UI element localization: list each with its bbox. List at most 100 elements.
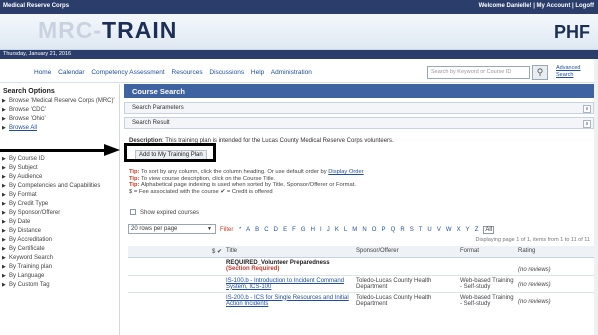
filter-letter[interactable]: Y (466, 227, 470, 233)
nav-home[interactable]: Home (34, 69, 51, 76)
search-input[interactable]: Search by Keyword or Course ID (427, 66, 530, 79)
sidebar-by-distance[interactable]: By Distance (0, 228, 119, 235)
search-options-sidebar: Search Options Browse 'Medical Reserve C… (0, 84, 120, 335)
sidebar-browse-cdc[interactable]: Browse 'CDC' (0, 107, 119, 114)
col-title[interactable]: Title (224, 246, 354, 258)
top-bar: Medical Reserve Corps Welcome Danielle! … (0, 0, 598, 14)
filter-letter[interactable]: P (382, 227, 386, 233)
filter-letter[interactable]: U (427, 227, 431, 233)
filter-letter[interactable]: K (335, 227, 339, 233)
nav-calendar[interactable]: Calendar (58, 69, 84, 76)
filter-letter[interactable]: A (246, 227, 250, 233)
display-order-link[interactable]: Display Order (328, 169, 363, 175)
sidebar-by-certificate[interactable]: By Certificate (0, 246, 119, 253)
table-row: REQUIRED_Volunteer Preparedness (Section … (128, 257, 596, 276)
sidebar-by-accreditation[interactable]: By Accreditation (0, 237, 119, 244)
filter-letter[interactable]: G (301, 227, 306, 233)
col-format[interactable]: Format (458, 246, 516, 258)
section-required: (Section Required) (226, 265, 280, 272)
show-expired-checkbox[interactable]: Show expired courses (130, 209, 199, 216)
filter-letter[interactable]: M (352, 227, 357, 233)
filter-letter[interactable]: X (457, 227, 461, 233)
col-fee-credit[interactable]: $ ✔ (128, 246, 224, 258)
sponsor: Toledo-Lucas County Health Department (354, 275, 458, 293)
search-result-section[interactable]: Search Result ∧ (124, 117, 594, 129)
phf-logo: PHF (554, 22, 590, 42)
course-search-panel: Course Search Search Parameters ∨ Search… (124, 84, 598, 335)
results-table: $ ✔ Title Sponsor/Offerer Format Rating … (128, 246, 596, 309)
format: Web-based Training - Self-study (458, 275, 516, 293)
filter-letter[interactable]: R (400, 227, 404, 233)
tutorial-arrow (0, 149, 108, 152)
tips: Tip: To sort by any column, click the co… (129, 169, 364, 195)
rating: (no reviews) (518, 298, 551, 305)
filter-letter[interactable]: C (264, 227, 268, 233)
filter-letter[interactable]: Q (391, 227, 396, 233)
sidebar-by-training-plan[interactable]: By Training plan (0, 264, 119, 271)
nav-discussions[interactable]: Discussions (209, 69, 244, 76)
format: Web-based Training - Self-study (460, 294, 514, 307)
sidebar-by-audience[interactable]: By Audience (0, 174, 119, 181)
filter-letter[interactable]: S (410, 227, 414, 233)
col-sponsor[interactable]: Sponsor/Offerer (354, 246, 458, 258)
account-links[interactable]: Welcome Danielle! | My Account | Logoff (479, 3, 594, 9)
filter-letter[interactable]: * (239, 227, 241, 233)
page-scrollbar[interactable] (594, 59, 598, 335)
course-title-link[interactable]: IS-200.b - ICS for Single Resources and … (226, 295, 349, 307)
filter-letter[interactable]: W (446, 227, 452, 233)
sidebar-title: Search Options (3, 88, 55, 95)
nav-administration[interactable]: Administration (271, 69, 312, 76)
filter-letter[interactable]: H (311, 227, 315, 233)
sidebar-by-custom-tag[interactable]: By Custom Tag (0, 282, 119, 289)
filter-letter[interactable]: V (437, 227, 441, 233)
filter-letter[interactable]: B (255, 227, 259, 233)
banner: MRC-TRAIN PHF (0, 14, 598, 50)
legend: $ = Fee associated with the course ✔ = C… (129, 188, 273, 195)
rating: (no reviews) (516, 257, 596, 276)
sidebar-browse-ohio[interactable]: Browse 'Ohio' (0, 116, 119, 123)
sidebar-keyword-search[interactable]: Keyword Search (0, 255, 119, 262)
nav-help[interactable]: Help (251, 69, 264, 76)
collapse-icon[interactable]: ∧ (583, 120, 591, 128)
magnifier-icon[interactable]: ⚲ (532, 65, 548, 80)
table-row: IS-100.b - Introduction to Incident Comm… (128, 275, 596, 293)
sidebar-by-sponsor[interactable]: By Sponsor/Offerer (0, 210, 119, 217)
sidebar-by-credit-type[interactable]: By Credit Type (0, 201, 119, 208)
filter-all[interactable]: All (483, 226, 495, 234)
course-title-link[interactable]: IS-100.b - Introduction to Incident Comm… (226, 278, 344, 290)
sidebar-by-subject[interactable]: By Subject (0, 165, 119, 172)
rating: (no reviews) (516, 275, 596, 293)
sidebar-browse-all[interactable]: Browse All (0, 125, 119, 132)
tutorial-highlight-box (124, 143, 216, 162)
col-rating[interactable]: Rating (516, 246, 596, 258)
date-bar: Thursday, January 21, 2016 (0, 50, 598, 59)
mrc-train-logo[interactable]: MRC-TRAIN (38, 17, 177, 44)
nav-competency-assessment[interactable]: Competency Assessment (91, 69, 164, 76)
org-name: Medical Reserve Corps (3, 3, 70, 9)
sidebar-by-date[interactable]: By Date (0, 219, 119, 226)
sidebar-by-competencies[interactable]: By Competencies and Capabilities (0, 183, 119, 190)
sidebar-browse-mrc[interactable]: Browse 'Medical Reserve Corps (MRC)' (0, 98, 119, 105)
expand-icon[interactable]: ∨ (583, 105, 591, 113)
rows-per-page-select[interactable]: 20 rows per page ▼ (128, 224, 216, 234)
filter-letter[interactable]: D (274, 227, 278, 233)
filter-letter[interactable]: I (320, 227, 322, 233)
advanced-search-link[interactable]: Advanced Search (556, 65, 596, 78)
sidebar-by-course-id[interactable]: By Course ID (0, 156, 119, 163)
filter-letter[interactable]: T (419, 227, 423, 233)
filter-letter[interactable]: L (344, 227, 347, 233)
filter-letter[interactable]: F (292, 227, 296, 233)
sidebar-by-language[interactable]: By Language (0, 273, 119, 280)
panel-title: Course Search (124, 84, 598, 98)
filter-letter[interactable]: Z (475, 227, 479, 233)
filter-letter[interactable]: E (283, 227, 287, 233)
filter-letter[interactable]: N (362, 227, 366, 233)
nav-resources[interactable]: Resources (172, 69, 203, 76)
alphabet-filter: Filter * A B C D E F G H I J K L M N O P… (220, 226, 495, 234)
sidebar-by-format[interactable]: By Format (0, 192, 119, 199)
search-parameters-section[interactable]: Search Parameters ∨ (124, 102, 594, 114)
filter-letter[interactable]: O (372, 227, 377, 233)
current-date: Thursday, January 21, 2016 (3, 51, 72, 57)
filter-letter[interactable]: J (327, 227, 330, 233)
table-row: IS-200.b - ICS for Single Resources and … (128, 292, 596, 309)
